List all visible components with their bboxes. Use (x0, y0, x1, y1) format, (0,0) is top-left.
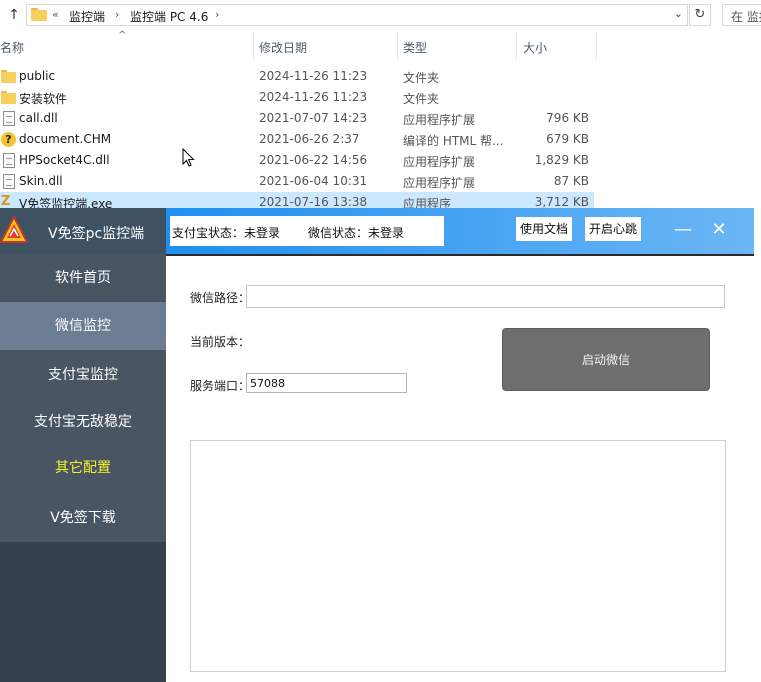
chevron-down-icon[interactable]: ⌄ (674, 7, 683, 20)
column-date[interactable]: 修改日期 (259, 39, 307, 56)
help-file-icon: ? (1, 132, 16, 147)
file-name: public (19, 69, 56, 83)
heartbeat-button[interactable]: 开启心跳 (585, 217, 642, 241)
file-size: 87 KB (553, 174, 589, 188)
column-divider[interactable] (516, 33, 517, 59)
folder-icon (1, 69, 16, 84)
wechat-status: 微信状态：未登录 (308, 226, 405, 240)
file-date: 2024-11-26 11:23 (259, 69, 368, 83)
log-textarea[interactable] (190, 440, 726, 672)
file-date: 2021-06-26 2:37 (259, 132, 360, 146)
column-divider[interactable] (596, 33, 597, 59)
wechat-path-label: 微信路径： (190, 291, 251, 305)
file-name: 安装软件 (19, 92, 68, 106)
up-arrow-icon[interactable]: ↑ (5, 6, 23, 24)
mouse-cursor-icon (182, 148, 195, 167)
file-name: call.dll (19, 111, 58, 125)
column-name[interactable]: 名称 (0, 39, 24, 56)
close-icon[interactable]: ✕ (707, 219, 731, 243)
overflow-icon[interactable]: « (52, 8, 59, 21)
file-name: document.CHM (19, 132, 112, 146)
start-wechat-button[interactable]: 启动微信 (502, 328, 710, 391)
column-size[interactable]: 大小 (523, 39, 547, 56)
file-size: 679 KB (546, 132, 589, 146)
file-row[interactable]: public 2024-11-26 11:23 文件夹 (0, 66, 594, 87)
file-size: 1,829 KB (534, 153, 589, 167)
folder-icon (1, 90, 16, 105)
file-type: 应用程序扩展 (403, 113, 476, 127)
column-type[interactable]: 类型 (403, 39, 427, 56)
version-label: 当前版本： (190, 335, 251, 349)
sidebar-item-alipay-monitor[interactable]: 支付宝监控 (0, 350, 166, 398)
file-row[interactable]: call.dll 2021-07-07 14:23 应用程序扩展 796 KB (0, 108, 594, 129)
sidebar-item-wechat-monitor[interactable]: 微信监控 (0, 302, 166, 350)
file-row[interactable]: 安装软件 2024-11-26 11:23 文件夹 (0, 87, 594, 108)
port-label: 服务端口： (190, 379, 251, 393)
sidebar-item-alipay-stable[interactable]: 支付宝无敌稳定 (0, 398, 166, 446)
file-row[interactable]: Skin.dll 2021-06-04 10:31 应用程序扩展 87 KB (0, 171, 594, 192)
status-panel: 支付宝状态：未登录 微信状态：未登录 (170, 216, 444, 246)
breadcrumb-item[interactable]: 监控端 PC 4.6 (130, 8, 208, 25)
breadcrumb-separator[interactable]: › (215, 8, 219, 21)
file-row[interactable]: HPSocket4C.dll 2021-06-22 14:56 应用程序扩展 1… (0, 150, 594, 171)
minimize-icon[interactable]: — (671, 219, 695, 243)
file-name: Skin.dll (19, 174, 63, 188)
alipay-status: 支付宝状态：未登录 (172, 226, 281, 240)
sidebar-item-other-settings[interactable]: 其它配置 (0, 446, 166, 490)
app-title-bar: V免签pc监控端 支付宝状态：未登录 微信状态：未登录 使用文档 开启心跳 — … (0, 208, 754, 254)
app-title: V免签pc监控端 (48, 226, 145, 242)
file-date: 2021-07-07 14:23 (259, 111, 368, 125)
address-bar[interactable]: « 监控端 › 监控端 PC 4.6 › ⌄ (26, 4, 688, 26)
file-type: 编译的 HTML 帮... (403, 134, 504, 148)
file-date: 2021-07-16 13:38 (259, 195, 368, 209)
app-logo-icon (0, 216, 28, 243)
address-bar-row: ↑ « 监控端 › 监控端 PC 4.6 › ⌄ ↻ 在 监控 (0, 0, 761, 30)
column-header: ^ 名称 修改日期 类型 大小 (0, 30, 600, 59)
exe-file-icon: Z (1, 194, 11, 209)
file-type: 文件夹 (403, 92, 440, 106)
breadcrumb-separator[interactable]: › (115, 8, 119, 21)
folder-icon (31, 8, 47, 21)
sidebar: 软件首页 微信监控 支付宝监控 支付宝无敌稳定 其它配置 V免签下载 (0, 254, 166, 682)
column-divider[interactable] (253, 33, 254, 59)
search-input[interactable]: 在 监控 (722, 4, 761, 26)
file-type: 应用程序扩展 (403, 155, 476, 169)
dll-file-icon (3, 111, 15, 126)
file-size: 796 KB (546, 111, 589, 125)
wechat-path-input[interactable] (246, 285, 725, 308)
file-name: HPSocket4C.dll (19, 153, 110, 167)
file-date: 2021-06-04 10:31 (259, 174, 368, 188)
sidebar-menu: 软件首页 微信监控 支付宝监控 支付宝无敌稳定 其它配置 V免签下载 (0, 254, 166, 542)
sidebar-item-home[interactable]: 软件首页 (0, 254, 166, 302)
breadcrumb-item[interactable]: 监控端 (69, 8, 105, 25)
file-date: 2021-06-22 14:56 (259, 153, 368, 167)
file-date: 2024-11-26 11:23 (259, 90, 368, 104)
column-divider[interactable] (397, 33, 398, 59)
dll-file-icon (3, 174, 15, 189)
file-type: 应用程序扩展 (403, 176, 476, 190)
file-type: 文件夹 (403, 71, 440, 85)
docs-button[interactable]: 使用文档 (516, 217, 573, 241)
sidebar-item-download[interactable]: V免签下载 (0, 494, 166, 542)
file-row[interactable]: ? document.CHM 2021-06-26 2:37 编译的 HTML … (0, 129, 594, 150)
dll-file-icon (3, 153, 15, 168)
refresh-icon[interactable]: ↻ (689, 4, 711, 26)
file-size: 3,712 KB (534, 195, 589, 209)
port-input[interactable] (246, 373, 407, 393)
sort-ascending-icon: ^ (118, 30, 127, 41)
